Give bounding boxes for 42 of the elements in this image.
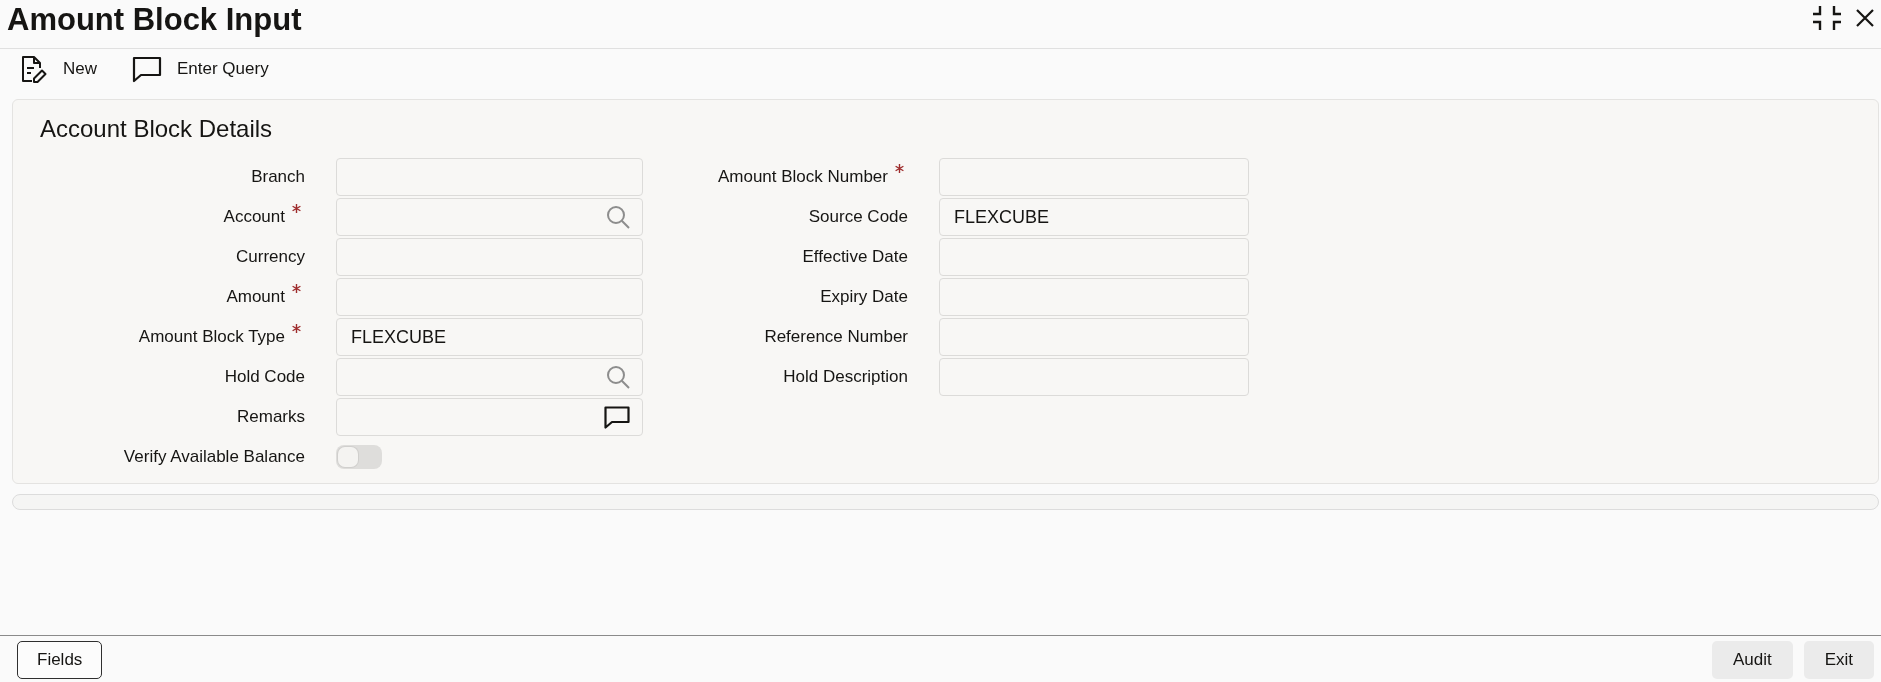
footer-button[interactable]: Exit (1803, 641, 1874, 679)
input-field[interactable] (939, 358, 1249, 396)
field-label: Reference Number (764, 327, 908, 347)
input-field[interactable] (336, 158, 643, 196)
window-title: Amount Block Input (7, 1, 302, 39)
lookup-field[interactable] (336, 358, 643, 396)
input-field[interactable] (939, 238, 1249, 276)
document-edit-icon (20, 55, 48, 83)
field-label: Effective Date (802, 247, 908, 267)
footer-button[interactable]: Audit (1711, 641, 1793, 679)
input-field[interactable] (336, 278, 643, 316)
input-field[interactable] (939, 158, 1249, 196)
new-button[interactable]: New (20, 55, 97, 83)
input-field[interactable] (939, 318, 1249, 356)
field-label: Source Code (808, 207, 908, 227)
remarks-field[interactable] (336, 398, 643, 436)
lookup-field[interactable] (336, 198, 643, 236)
speech-bubble-icon (132, 55, 162, 83)
field-label: Expiry Date (820, 287, 908, 307)
collapse-icon[interactable] (1812, 3, 1842, 33)
enter-query-button[interactable]: Enter Query (132, 55, 269, 83)
field-label: Hold Code (224, 367, 305, 387)
search-icon[interactable] (606, 365, 630, 389)
field-label: Currency (236, 247, 305, 267)
input-field[interactable]: FLEXCUBE (336, 318, 643, 356)
field-label: Account (223, 207, 285, 227)
close-icon[interactable] (1856, 9, 1874, 27)
toggle-switch[interactable] (336, 445, 382, 469)
input-field[interactable]: FLEXCUBE (939, 198, 1249, 236)
input-field[interactable] (336, 238, 643, 276)
search-icon[interactable] (606, 205, 630, 229)
field-label: Hold Description (783, 367, 908, 387)
input-field[interactable] (939, 278, 1249, 316)
field-label: Branch (251, 167, 305, 187)
field-label: Amount (226, 287, 285, 307)
section-title: Account Block Details (40, 114, 274, 144)
speech-bubble-icon[interactable] (604, 405, 630, 429)
field-label: Remarks (237, 407, 305, 427)
footer-button[interactable]: Fields (17, 641, 103, 679)
field-label: Amount Block Number (717, 167, 888, 187)
field-label: Verify Available Balance (123, 447, 305, 467)
field-label: Amount Block Type (138, 327, 285, 347)
